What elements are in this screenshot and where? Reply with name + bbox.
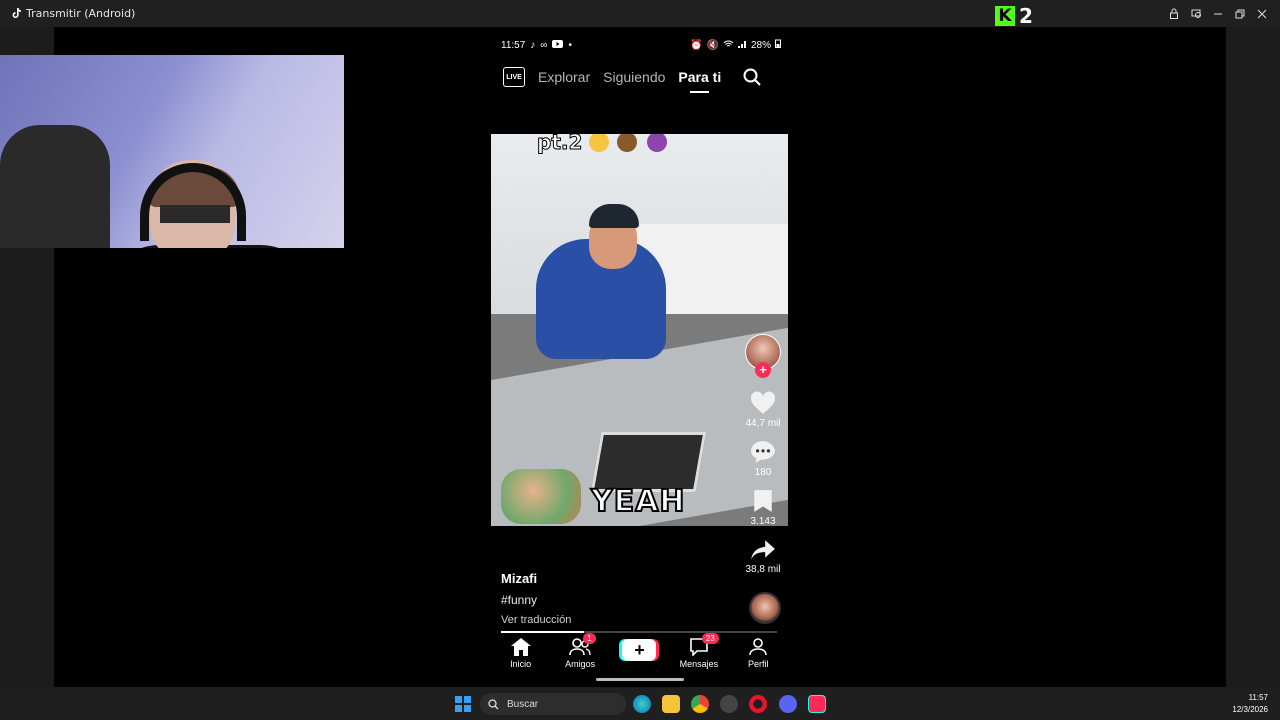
gaming-chair [0, 125, 110, 248]
creator-avatar-group[interactable]: + [741, 334, 785, 378]
steam-icon[interactable] [720, 695, 738, 713]
tiktok-taskbar-icon[interactable] [808, 695, 826, 713]
profile-icon [747, 637, 769, 657]
like-count: 44,7 mil [745, 418, 781, 429]
youtube-icon [552, 39, 564, 51]
edge-icon[interactable] [633, 695, 651, 713]
windows-start-icon[interactable] [455, 696, 471, 712]
signal-icon [737, 40, 747, 51]
tiktok-status-icon: ♪ [530, 39, 536, 51]
create-plus-icon: + [622, 639, 657, 661]
like-button[interactable]: 44,7 mil [741, 391, 785, 429]
mute-icon: 🔇 [706, 39, 719, 51]
top-nav: LIVE Explorar Siguiendo Para ti [503, 65, 777, 93]
chrome-icon[interactable] [691, 695, 709, 713]
nav-inicio[interactable]: Inicio [493, 637, 549, 669]
favorite-count: 3.143 [750, 516, 776, 527]
file-explorer-icon[interactable] [662, 695, 680, 713]
battery-level: 28% [750, 39, 771, 51]
webcam-overlay [0, 55, 344, 248]
share-icon [751, 540, 775, 560]
post-username[interactable]: Mizafi [501, 571, 731, 586]
dot-icon: • [568, 39, 572, 51]
kick-logo-letter: K [995, 6, 1015, 26]
video-caption-top: pt.2 [536, 134, 583, 155]
mirror-right-margin [1226, 27, 1280, 687]
voicemail-icon: ∞ [540, 39, 548, 51]
taskbar: Buscar 11:57 12/3/2026 [0, 688, 1280, 720]
tab-siguiendo[interactable]: Siguiendo [603, 69, 665, 85]
music-disc[interactable] [749, 592, 781, 624]
home-indicator[interactable] [596, 678, 684, 681]
window-titlebar: Transmitir (Android) K 2 [0, 0, 1280, 28]
bookmark-icon [754, 490, 772, 512]
minimize-button[interactable] [1210, 6, 1226, 22]
post-hashtag[interactable]: #funny [501, 593, 731, 607]
taskbar-date: 12/3/2026 [1232, 705, 1268, 714]
video-tray [590, 432, 707, 492]
status-time: 11:57 [501, 39, 526, 51]
discord-icon[interactable] [779, 695, 797, 713]
video-progress-bar[interactable] [501, 631, 777, 633]
taskbar-clock[interactable]: 11:57 12/3/2026 [1232, 692, 1268, 716]
nav-mensajes[interactable]: 23 Mensajes [671, 633, 727, 669]
search-icon[interactable] [743, 68, 761, 86]
window-controls [1166, 0, 1280, 27]
home-icon [510, 637, 532, 657]
video-caption-bottom: YEAH [590, 483, 686, 520]
comment-button[interactable]: 180 [741, 440, 785, 478]
bottom-nav: Inicio 1 Amigos + 23 Mensajes Perfil [491, 633, 788, 677]
restore-button[interactable] [1232, 6, 1248, 22]
comment-icon [751, 441, 775, 463]
tab-para-ti[interactable]: Para ti [678, 69, 721, 93]
lock-icon[interactable] [1166, 6, 1182, 22]
post-info: Mizafi #funny Ver traducción [501, 571, 731, 626]
kick-logo-number: 2 [1019, 4, 1033, 28]
wifi-icon [723, 40, 734, 51]
taskbar-time: 11:57 [1248, 693, 1268, 702]
nav-perfil[interactable]: Perfil [730, 637, 786, 669]
battery-icon [775, 39, 781, 51]
alarm-icon: ⏰ [690, 39, 703, 51]
friends-badge: 1 [583, 633, 596, 644]
kick-logo: K 2 [995, 4, 1033, 28]
headphones [140, 163, 246, 241]
close-button[interactable] [1254, 6, 1270, 22]
window-title: Transmitir (Android) [26, 7, 136, 20]
nav-amigos[interactable]: 1 Amigos [552, 633, 608, 669]
video-food [501, 469, 581, 524]
messages-badge: 23 [701, 633, 719, 644]
favorite-button[interactable]: 3.143 [741, 489, 785, 527]
nav-create[interactable]: + [611, 637, 667, 661]
tiktok-icon [10, 8, 22, 20]
share-count: 38,8 mil [745, 564, 781, 575]
taskbar-search[interactable]: Buscar [480, 693, 626, 715]
comment-count: 180 [754, 467, 772, 478]
live-icon[interactable]: LIVE [503, 67, 525, 87]
translate-link[interactable]: Ver traducción [501, 614, 731, 626]
phone-screen: 11:57 ♪ ∞ • ⏰ 🔇 28% LIVE Explorar Siguie… [491, 27, 788, 687]
opera-icon[interactable] [749, 695, 767, 713]
taskbar-search-placeholder: Buscar [507, 698, 539, 710]
nav-label: Inicio [510, 659, 532, 669]
tab-explorar[interactable]: Explorar [538, 69, 590, 85]
follow-plus-icon[interactable]: + [755, 362, 771, 378]
heart-icon [750, 391, 776, 414]
nav-label: Perfil [747, 659, 769, 669]
video-progress-fill [501, 631, 584, 633]
search-icon [488, 698, 499, 709]
nav-label: Amigos [565, 659, 596, 669]
share-button[interactable]: 38,8 mil [741, 539, 785, 575]
nav-label: Mensajes [679, 659, 719, 669]
cast-icon[interactable] [1188, 6, 1204, 22]
status-bar: 11:57 ♪ ∞ • ⏰ 🔇 28% [501, 38, 781, 52]
